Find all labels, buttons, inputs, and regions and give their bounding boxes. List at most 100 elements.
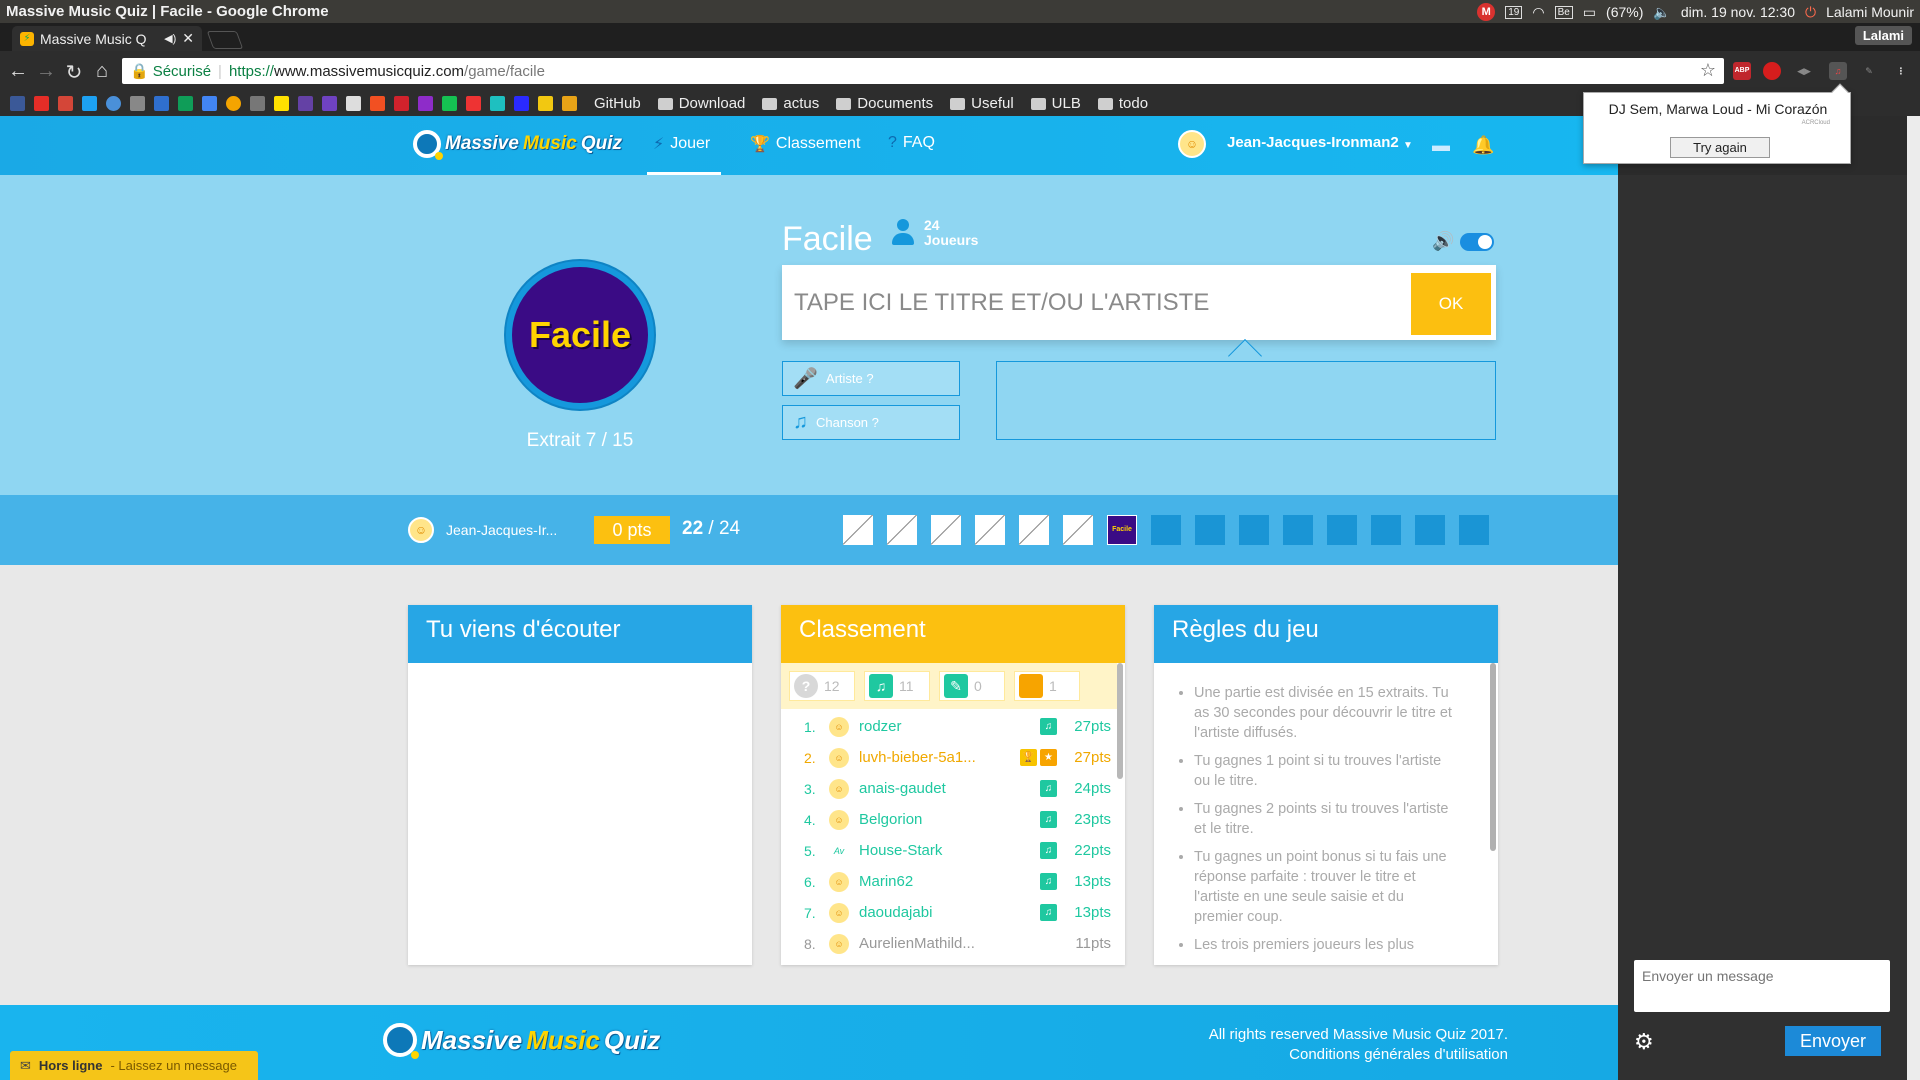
secure-indicator[interactable]: 🔒 Sécurisé xyxy=(130,62,211,81)
chat-scrollbar[interactable] xyxy=(1907,116,1920,1080)
ranking-player-name[interactable]: Belgorion xyxy=(859,811,1040,828)
bookmark-icon[interactable] xyxy=(394,96,409,111)
volume-icon[interactable]: 🔈 xyxy=(1653,4,1670,21)
chat-bubble-icon[interactable]: ▬ xyxy=(1432,135,1450,156)
ranking-row[interactable]: 2. ☺ luvh-bieber-5a1... 🏆 ★ 27pts xyxy=(781,742,1117,773)
calendar-icon[interactable]: 19 xyxy=(1505,5,1523,19)
chat-message-input[interactable] xyxy=(1634,960,1890,1012)
sound-toggle[interactable] xyxy=(1460,232,1495,251)
site-logo[interactable]: Massive Music Quiz xyxy=(413,130,622,160)
twitch-bookmark-icon[interactable] xyxy=(298,96,313,111)
music-recognition-extension-icon[interactable]: ♫ xyxy=(1829,62,1847,80)
gear-icon[interactable]: ⚙ xyxy=(1634,1029,1654,1055)
nav-classement[interactable]: 🏆 Classement xyxy=(750,134,860,154)
ranking-row[interactable]: 4. ☺ Belgorion ♫ 23pts xyxy=(781,804,1117,835)
tab-close-icon[interactable]: ✕ xyxy=(182,30,194,47)
ranking-points: 24pts xyxy=(1074,780,1111,797)
ranking-player-name[interactable]: Marin62 xyxy=(859,873,1040,890)
new-tab-button[interactable] xyxy=(206,31,244,49)
ranking-player-name[interactable]: AurelienMathild... xyxy=(859,935,1057,952)
calendar-bookmark-icon[interactable] xyxy=(154,96,169,111)
bookmark-icon[interactable] xyxy=(106,96,121,111)
bookmark-icon[interactable] xyxy=(490,96,505,111)
twitter-bookmark-icon[interactable] xyxy=(82,96,97,111)
ranking-row[interactable]: 1. ☺ rodzer ♫ 27pts xyxy=(781,711,1117,742)
bookmark-icon[interactable] xyxy=(418,96,433,111)
terms-link[interactable]: Conditions générales d'utilisation xyxy=(1209,1045,1508,1065)
gmail-bookmark-icon[interactable] xyxy=(58,96,73,111)
youtube-bookmark-icon[interactable] xyxy=(34,96,49,111)
address-bar[interactable]: 🔒 Sécurisé | https:// www.massivemusicqu… xyxy=(122,58,1724,84)
ranking-row[interactable]: 7. ☺ daoudajabi ♫ 13pts xyxy=(781,897,1117,928)
ok-button[interactable]: OK xyxy=(1411,273,1491,335)
bookmark-icon[interactable] xyxy=(466,96,481,111)
back-arrow-icon[interactable]: ← xyxy=(6,60,30,83)
bookmark-folder-useful[interactable]: Useful xyxy=(950,95,1014,112)
footer-logo[interactable]: Massive Music Quiz xyxy=(383,1023,661,1059)
ranking-row[interactable]: 3. ☺ anais-gaudet ♫ 24pts xyxy=(781,773,1117,804)
clock[interactable]: dim. 19 nov. 12:30 xyxy=(1681,4,1795,20)
hint-artist-button[interactable]: 🎤 Artiste ? xyxy=(782,361,960,396)
power-icon[interactable]: ⏻ xyxy=(1805,4,1816,21)
bookmark-icon[interactable] xyxy=(346,96,361,111)
bookmark-folder-actus[interactable]: actus xyxy=(762,95,819,112)
reload-icon[interactable]: ↻ xyxy=(62,60,86,85)
extension-icon[interactable]: ◀▶ xyxy=(1795,62,1813,80)
offline-chat-tab[interactable]: ✉ Hors ligne - Laissez un message xyxy=(10,1051,258,1080)
ranking-scrollbar[interactable] xyxy=(1117,663,1123,779)
user-menu[interactable]: Jean-Jacques-Ironman2 xyxy=(1227,134,1399,151)
ranking-player-name[interactable]: anais-gaudet xyxy=(859,780,1040,797)
bookmark-icon[interactable] xyxy=(562,96,577,111)
answer-input[interactable] xyxy=(782,265,1412,340)
nav-jouer[interactable]: ⚡ Jouer xyxy=(653,134,710,154)
mail-indicator-icon[interactable]: M xyxy=(1477,3,1496,21)
logo-word-3: Quiz xyxy=(603,1024,661,1055)
chevron-down-icon[interactable]: ▼ xyxy=(1403,140,1413,151)
adblock-extension-icon[interactable]: ABP xyxy=(1733,62,1751,80)
try-again-button[interactable]: Try again xyxy=(1670,137,1770,158)
bookmark-icon[interactable] xyxy=(538,96,553,111)
rules-scrollbar[interactable] xyxy=(1490,663,1496,851)
hint-song-button[interactable]: ♫ Chanson ? xyxy=(782,405,960,440)
wifi-icon[interactable]: ◠ xyxy=(1532,4,1544,21)
facebook-bookmark-icon[interactable] xyxy=(10,96,25,111)
bookmark-icon[interactable] xyxy=(322,96,337,111)
bookmark-star-icon[interactable]: ☆ xyxy=(1700,60,1716,81)
sheets-bookmark-icon[interactable] xyxy=(178,96,193,111)
ranking-player-name[interactable]: rodzer xyxy=(859,718,1040,735)
user-avatar[interactable]: ☺ xyxy=(1178,130,1206,158)
chrome-menu-icon[interactable]: ⋮ xyxy=(1892,62,1910,80)
home-icon[interactable]: ⌂ xyxy=(90,60,114,83)
extension-2-icon[interactable]: ✎ xyxy=(1860,62,1878,80)
bookmark-folder-todo[interactable]: todo xyxy=(1097,95,1148,112)
ranking-row[interactable]: 8. ☺ AurelienMathild... 11pts xyxy=(781,928,1117,959)
bookmark-icon[interactable] xyxy=(250,96,265,111)
github-bookmark[interactable]: GitHub xyxy=(594,95,641,112)
battery-icon[interactable]: ▭ xyxy=(1583,4,1596,21)
ranking-player-name[interactable]: luvh-bieber-5a1... xyxy=(859,749,1020,766)
ranking-row[interactable]: 6. ☺ Marin62 ♫ 13pts xyxy=(781,866,1117,897)
docs-bookmark-icon[interactable] xyxy=(202,96,217,111)
ranking-row[interactable]: 5. Av House-Stark ♫ 22pts xyxy=(781,835,1117,866)
browser-tab[interactable]: ⚡ Massive Music Q ◀) ✕ xyxy=(12,26,202,51)
ranking-player-name[interactable]: daoudajabi xyxy=(859,904,1040,921)
forward-arrow-icon[interactable]: → xyxy=(34,60,58,83)
bookmark-icon[interactable] xyxy=(274,96,289,111)
notification-bell-icon[interactable]: 🔔 xyxy=(1472,135,1494,156)
bookmark-folder-documents[interactable]: Documents xyxy=(836,95,933,112)
bookmark-icon[interactable] xyxy=(442,96,457,111)
session-user[interactable]: Lalami Mounir xyxy=(1826,4,1914,20)
bookmark-icon[interactable] xyxy=(226,96,241,111)
bookmark-icon[interactable] xyxy=(514,96,529,111)
ublock-extension-icon[interactable] xyxy=(1763,62,1781,80)
bookmark-icon[interactable] xyxy=(130,96,145,111)
microsoft-bookmark-icon[interactable] xyxy=(370,96,385,111)
send-button[interactable]: Envoyer xyxy=(1785,1026,1881,1056)
ranking-player-name[interactable]: House-Stark xyxy=(859,842,1040,859)
tab-audio-icon[interactable]: ◀) xyxy=(164,32,176,45)
profile-button[interactable]: Lalami xyxy=(1854,26,1912,45)
nav-faq[interactable]: ? FAQ xyxy=(888,134,935,152)
keyboard-layout[interactable]: Be xyxy=(1554,5,1573,19)
bookmark-folder-ulb[interactable]: ULB xyxy=(1030,95,1081,112)
bookmark-folder-download[interactable]: Download xyxy=(657,95,745,112)
